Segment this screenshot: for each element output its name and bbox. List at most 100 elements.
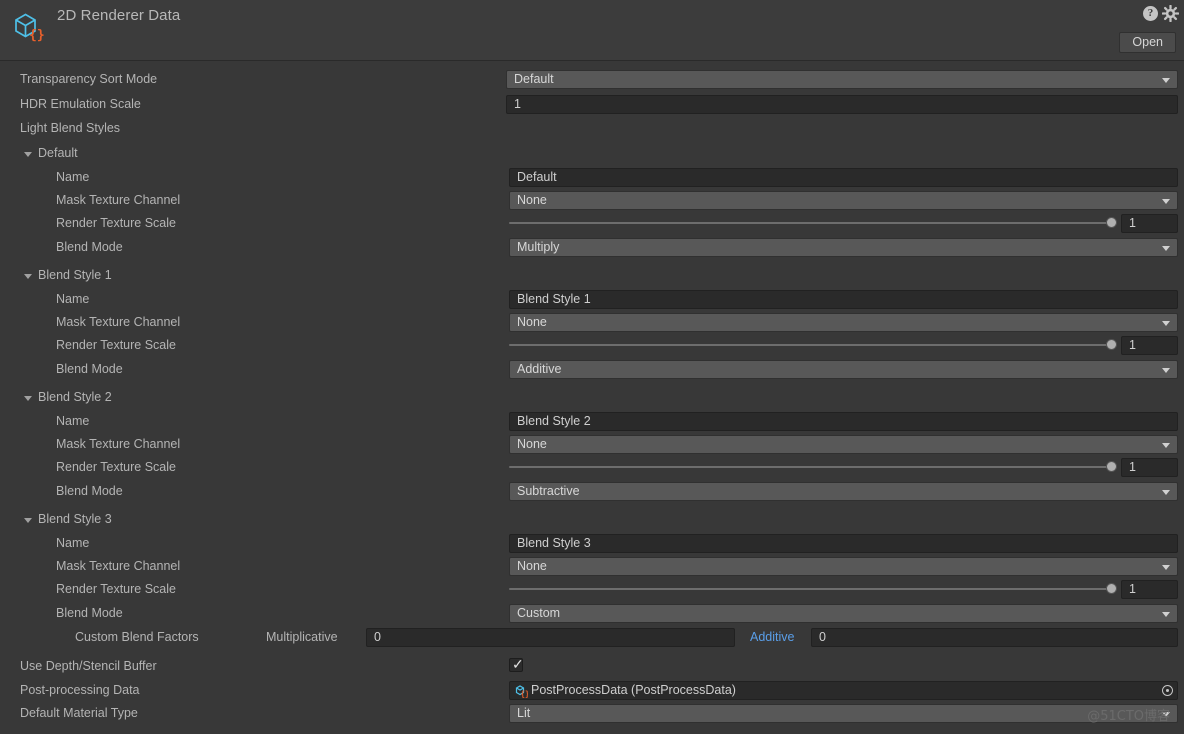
- dropdown-value: None: [517, 315, 547, 329]
- row-render-texture-scale-3: Render Texture Scale 1: [0, 578, 1184, 602]
- chevron-down-icon: [1162, 199, 1170, 204]
- label-custom-blend-factors-3: Custom Blend Factors: [75, 630, 199, 644]
- dropdown-value: None: [517, 437, 547, 451]
- label-blend-style-2: Blend Style 2: [38, 390, 112, 404]
- default-material-type-dropdown[interactable]: Lit: [509, 704, 1178, 723]
- mask-texture-channel-dropdown-2[interactable]: None: [509, 435, 1178, 454]
- row-post-processing-data: Post-processing Data {}PostProcessData (P…: [0, 679, 1184, 703]
- svg-text:{}: {}: [521, 690, 529, 699]
- slider-handle[interactable]: [1106, 461, 1117, 472]
- text-value: Blend Style 2: [517, 414, 591, 428]
- mask-texture-channel-dropdown-1[interactable]: None: [509, 313, 1178, 332]
- label-name-2: Name: [56, 414, 90, 428]
- render-texture-scale-slider-1[interactable]: [509, 336, 1117, 355]
- row-blend-mode-0: Blend Mode Multiply: [0, 236, 1184, 260]
- label-blend-mode-0: Blend Mode: [56, 240, 123, 254]
- label-blend-style-1: Blend Style 1: [38, 268, 112, 282]
- row-transparency-sort-mode: Transparency Sort Mode Default: [0, 68, 1184, 92]
- chevron-down-icon: [1162, 368, 1170, 373]
- row-mask-texture-channel-0: Mask Texture Channel None: [0, 189, 1184, 213]
- additive-field[interactable]: 0: [811, 628, 1178, 647]
- label-name-0: Name: [56, 170, 90, 184]
- text-value: 1: [1129, 216, 1136, 230]
- row-blend-mode-2: Blend Mode Subtractive: [0, 480, 1184, 504]
- row-blend-style-name-2: Name Blend Style 2: [0, 410, 1184, 434]
- open-button[interactable]: Open: [1119, 32, 1176, 53]
- blend-mode-dropdown-3[interactable]: Custom: [509, 604, 1178, 623]
- chevron-down-icon: [1162, 78, 1170, 83]
- check-icon: ✓: [512, 656, 524, 672]
- dropdown-value: Multiply: [517, 240, 560, 254]
- foldout-toggle-blend-style-0[interactable]: [24, 152, 32, 157]
- label-mask-texture-channel-1: Mask Texture Channel: [56, 315, 181, 329]
- slider-track[interactable]: [509, 466, 1117, 468]
- foldout-toggle-blend-style-2[interactable]: [24, 396, 32, 401]
- slider-track[interactable]: [509, 344, 1117, 346]
- render-texture-scale-slider-0[interactable]: [509, 214, 1117, 233]
- slider-number-field[interactable]: 1: [1121, 580, 1178, 599]
- name-field-1[interactable]: Blend Style 1: [509, 290, 1178, 309]
- text-value: Blend Style 3: [517, 536, 591, 550]
- name-field-2[interactable]: Blend Style 2: [509, 412, 1178, 431]
- row-mask-texture-channel-2: Mask Texture Channel None: [0, 433, 1184, 457]
- name-field-3[interactable]: Blend Style 3: [509, 534, 1178, 553]
- foldout-toggle-blend-style-1[interactable]: [24, 274, 32, 279]
- row-blend-mode-1: Blend Mode Additive: [0, 358, 1184, 382]
- row-render-texture-scale-0: Render Texture Scale 1: [0, 212, 1184, 236]
- slider-number-field[interactable]: 1: [1121, 458, 1178, 477]
- row-mask-texture-channel-3: Mask Texture Channel None: [0, 555, 1184, 579]
- render-texture-scale-slider-3[interactable]: [509, 580, 1117, 599]
- slider-number-field[interactable]: 1: [1121, 214, 1178, 233]
- text-value: Blend Style 1: [517, 292, 591, 306]
- row-default-material-type: Default Material Type Lit: [0, 702, 1184, 726]
- multiplicative-field[interactable]: 0: [366, 628, 735, 647]
- gear-icon[interactable]: [1161, 4, 1180, 23]
- blend-mode-dropdown-1[interactable]: Additive: [509, 360, 1178, 379]
- text-value: Default: [517, 170, 557, 184]
- text-value: 1: [1129, 582, 1136, 596]
- label-blend-mode-2: Blend Mode: [56, 484, 123, 498]
- inspector-header: {} 2D Renderer Data ? Open: [0, 0, 1184, 61]
- slider-number-field[interactable]: 1: [1121, 336, 1178, 355]
- object-picker-icon[interactable]: [1162, 685, 1173, 696]
- scriptable-object-icon: {}: [10, 9, 48, 47]
- dropdown-value: Additive: [517, 362, 562, 376]
- label-render-texture-scale-3: Render Texture Scale: [56, 582, 176, 596]
- blend-mode-dropdown-0[interactable]: Multiply: [509, 238, 1178, 257]
- label-name-3: Name: [56, 536, 90, 550]
- name-field-0[interactable]: Default: [509, 168, 1178, 187]
- foldout-toggle-blend-style-3[interactable]: [24, 518, 32, 523]
- use-depth-stencil-buffer-checkbox[interactable]: ✓: [509, 656, 524, 672]
- slider-handle[interactable]: [1106, 583, 1117, 594]
- label-blend-mode-1: Blend Mode: [56, 362, 123, 376]
- label-use-depth-stencil-buffer: Use Depth/Stencil Buffer: [20, 659, 157, 673]
- slider-handle[interactable]: [1106, 217, 1117, 228]
- label-name-1: Name: [56, 292, 90, 306]
- slider-handle[interactable]: [1106, 339, 1117, 350]
- transparency-sort-mode-dropdown[interactable]: Default: [506, 70, 1178, 89]
- slider-track[interactable]: [509, 588, 1117, 590]
- dropdown-value: None: [517, 193, 547, 207]
- slider-track[interactable]: [509, 222, 1117, 224]
- mask-texture-channel-dropdown-0[interactable]: None: [509, 191, 1178, 210]
- chevron-down-icon: [1162, 565, 1170, 570]
- row-custom-blend-factors-3: Custom Blend Factors Multiplicative 0 Addit…: [0, 626, 1184, 650]
- chevron-down-icon: [1162, 712, 1170, 717]
- label-multiplicative: Multiplicative: [266, 630, 338, 644]
- label-mask-texture-channel-2: Mask Texture Channel: [56, 437, 181, 451]
- label-render-texture-scale-1: Render Texture Scale: [56, 338, 176, 352]
- label-additive: Additive: [750, 630, 795, 644]
- render-texture-scale-slider-2[interactable]: [509, 458, 1117, 477]
- row-render-texture-scale-2: Render Texture Scale 1: [0, 456, 1184, 480]
- post-processing-data-object-field[interactable]: {}PostProcessData (PostProcessData): [509, 681, 1178, 700]
- dropdown-value: Default: [514, 72, 554, 86]
- chevron-down-icon: [1162, 612, 1170, 617]
- mask-texture-channel-dropdown-3[interactable]: None: [509, 557, 1178, 576]
- row-use-depth-stencil-buffer: Use Depth/Stencil Buffer ✓: [0, 655, 1184, 679]
- hdr-emulation-scale-field[interactable]: 1: [506, 95, 1178, 114]
- help-icon[interactable]: ?: [1143, 6, 1158, 21]
- blend-mode-dropdown-2[interactable]: Subtractive: [509, 482, 1178, 501]
- row-blend-style-foldout-0: Default: [0, 142, 1184, 166]
- dropdown-value: Custom: [517, 606, 561, 620]
- label-post-processing-data: Post-processing Data: [20, 683, 140, 697]
